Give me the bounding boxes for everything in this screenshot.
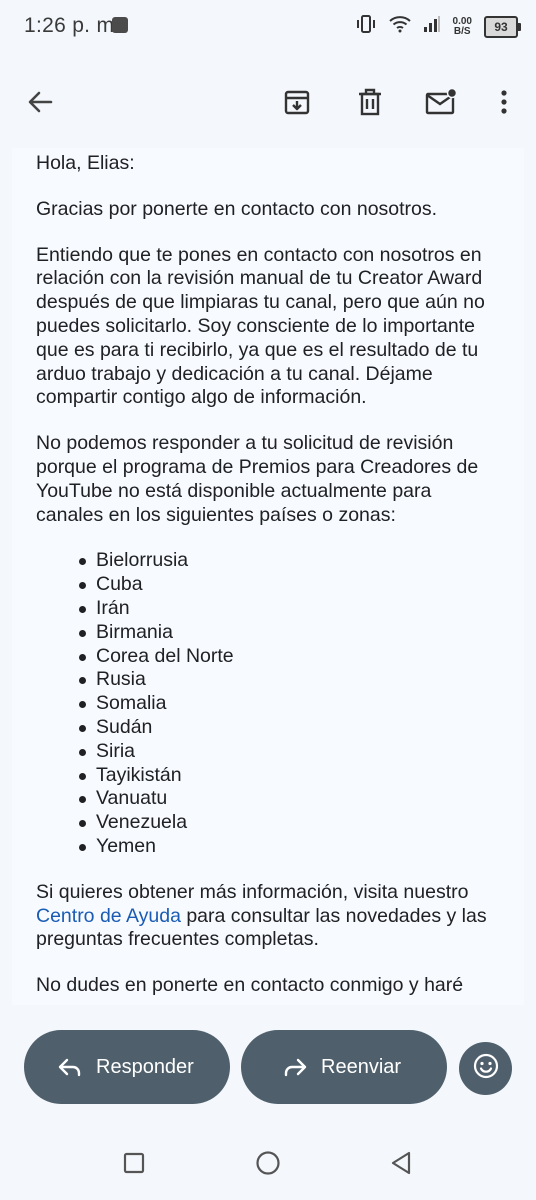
status-bar: 1:26 p. m. 0.00 B/S 93 <box>0 0 536 56</box>
battery-indicator: 93 <box>484 16 521 38</box>
list-item: Venezuela <box>79 811 502 835</box>
status-icons: 0.00 B/S 93 <box>355 14 521 40</box>
list-item: Bielorrusia <box>79 549 502 573</box>
delete-button[interactable] <box>342 64 398 140</box>
list-item: Cuba <box>79 573 502 597</box>
archive-icon <box>283 88 311 116</box>
greeting: Hola, Elias: <box>36 152 135 174</box>
list-item: Tayikistán <box>79 764 502 788</box>
recents-button[interactable] <box>119 1150 149 1180</box>
archive-button[interactable] <box>269 64 325 140</box>
system-navigation-bar <box>0 1136 536 1192</box>
mark-unread-button[interactable] <box>413 64 469 140</box>
forward-icon <box>283 1057 307 1077</box>
list-item: Siria <box>79 740 502 764</box>
paragraph-context: Entiendo que te pones en contacto con no… <box>36 243 485 409</box>
notification-app-icon <box>112 17 128 33</box>
paragraph-thanks: Gracias por ponerte en contacto con noso… <box>36 197 438 220</box>
arrow-back-icon <box>26 88 54 116</box>
trash-icon <box>357 88 383 116</box>
list-item: Yemen <box>79 835 502 859</box>
back-button[interactable] <box>12 64 68 140</box>
paragraph-closing: No dudes en ponerte en contacto conmigo … <box>36 974 464 997</box>
mail-unread-icon <box>425 88 457 116</box>
reply-label: Responder <box>96 1055 194 1078</box>
reply-button[interactable]: Responder <box>24 1030 230 1104</box>
email-message-card: Hola, Elias: Gracias por ponerte en cont… <box>12 148 524 1005</box>
status-time: 1:26 p. m. <box>24 14 121 37</box>
list-item: Vanuatu <box>79 787 502 811</box>
back-nav-button[interactable] <box>386 1150 416 1180</box>
paragraph-reason: No podemos responder a tu solicitud de r… <box>36 432 479 526</box>
vibrate-icon <box>355 14 377 40</box>
more-vert-icon <box>500 89 508 115</box>
reply-icon <box>58 1057 82 1077</box>
net-speed: 0.00 B/S <box>453 17 472 37</box>
list-item: Somalia <box>79 692 502 716</box>
email-body: Hola, Elias: Gracias por ponerte en cont… <box>12 148 502 998</box>
triangle-back-icon <box>389 1150 413 1181</box>
list-item: Rusia <box>79 668 502 692</box>
country-list: Bielorrusia Cuba Irán Birmania Corea del… <box>36 549 502 858</box>
smiley-icon <box>473 1053 499 1084</box>
help-center-link[interactable]: Centro de Ayuda <box>36 905 181 927</box>
more-options-button[interactable] <box>476 64 532 140</box>
list-item: Irán <box>79 597 502 621</box>
emoji-reaction-button[interactable] <box>459 1042 512 1095</box>
email-toolbar <box>0 64 536 140</box>
paragraph-more-info: Si quieres obtener más información, visi… <box>36 881 502 952</box>
net-speed-unit: B/S <box>453 26 471 37</box>
more-info-text: Si quieres obtener más información, visi… <box>36 880 469 903</box>
forward-button[interactable]: Reenviar <box>241 1030 447 1104</box>
home-button[interactable] <box>253 1150 283 1180</box>
list-item: Corea del Norte <box>79 645 502 669</box>
wifi-icon <box>388 15 411 39</box>
list-item: Sudán <box>79 716 502 740</box>
signal-icon <box>423 15 441 39</box>
forward-label: Reenviar <box>321 1055 402 1078</box>
square-icon <box>122 1151 146 1180</box>
list-item: Birmania <box>79 621 502 645</box>
circle-icon <box>255 1150 281 1181</box>
